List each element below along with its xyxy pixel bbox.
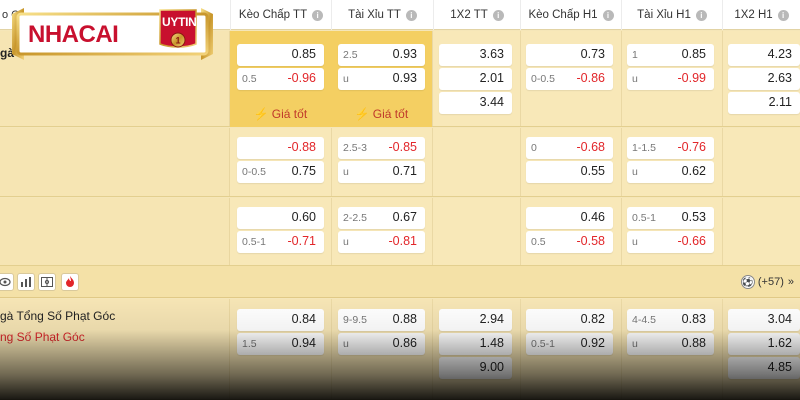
odd-button[interactable]: 3.63 <box>439 44 512 66</box>
col-header-1x2-h1[interactable]: 1X2 H1 i <box>722 0 800 30</box>
odd-button[interactable]: 0-0.5 0.75 <box>237 161 324 183</box>
odd-button[interactable]: u 0.86 <box>338 333 425 355</box>
odd-button[interactable]: 3.04 <box>728 309 800 331</box>
col-header-handicap-ft[interactable]: Kèo Chấp TT i <box>230 0 331 30</box>
info-icon[interactable]: i <box>695 9 707 21</box>
info-icon[interactable]: i <box>312 9 324 21</box>
odd-button[interactable]: u -0.99 <box>627 68 714 90</box>
lightning-icon: ⚡ <box>354 107 370 121</box>
odd-button[interactable]: 0-0.5 -0.86 <box>526 68 613 90</box>
col-header-1x2-ft[interactable]: 1X2 TT i <box>433 0 520 30</box>
odd-button[interactable]: 0 -0.68 <box>526 137 613 159</box>
market-name-alt: ng Số Phạt Góc <box>0 330 85 344</box>
odd-button[interactable]: 9.00 <box>439 357 512 379</box>
odd-button[interactable]: 1.48 <box>439 333 512 355</box>
double-chevron-icon: » <box>787 276 794 288</box>
odd-button[interactable]: u -0.66 <box>627 231 714 253</box>
info-icon[interactable]: i <box>405 9 417 21</box>
odd-button[interactable]: 4-4.5 0.83 <box>627 309 714 331</box>
col-header-over-under-h1[interactable]: Tài Xỉu H1 i <box>621 0 722 30</box>
col-header-label: Tài Xỉu TT <box>348 9 401 21</box>
odd-button[interactable]: 0.46 <box>526 207 613 229</box>
odd-button[interactable]: 3.44 <box>439 92 512 114</box>
col-header-label: Kèo Chấp H1 <box>528 9 598 21</box>
odd-button[interactable]: 0.60 <box>237 207 324 229</box>
odds-row-corners: gà Tổng Số Phạt Góc ng Số Phạt Góc 0.84 … <box>0 299 800 400</box>
match-cell <box>0 198 230 265</box>
odd-button[interactable]: 2.5-3 -0.85 <box>338 137 425 159</box>
logo-text: NHACAI <box>28 21 119 48</box>
pitch-icon[interactable] <box>38 273 56 291</box>
odd-button[interactable]: 2.63 <box>728 68 800 90</box>
site-logo: 1 NHACAI UYTIN <box>10 4 215 66</box>
eye-icon[interactable] <box>0 273 14 291</box>
col-header-label: Kèo Chấp TT <box>238 9 308 21</box>
info-icon[interactable]: i <box>602 9 614 21</box>
col-header-label: Tài Xỉu H1 <box>637 9 691 21</box>
odd-button[interactable]: 0.5-1 -0.71 <box>237 231 324 253</box>
odd-button[interactable]: 0.5 -0.96 <box>237 68 324 90</box>
stats-icon[interactable] <box>17 273 35 291</box>
odd-button[interactable]: 0.73 <box>526 44 613 66</box>
soccer-ball-icon: ⚽ <box>740 275 755 289</box>
match-cell <box>0 128 230 196</box>
match-toolbar: ⚽ (+57) » <box>0 266 800 298</box>
svg-text:1: 1 <box>175 36 180 46</box>
logo-accent-text: UYTIN <box>162 15 197 29</box>
col-header-label: 1X2 H1 <box>734 9 773 21</box>
odd-button[interactable]: 0.5-1 0.53 <box>627 207 714 229</box>
info-icon[interactable]: i <box>492 9 504 21</box>
odd-button[interactable]: 1 0.85 <box>627 44 714 66</box>
col-header-over-under-ft[interactable]: Tài Xỉu TT i <box>331 0 433 30</box>
odd-button[interactable]: 1.62 <box>728 333 800 355</box>
odd-button[interactable]: u -0.81 <box>338 231 425 253</box>
market-cell: gà Tổng Số Phạt Góc ng Số Phạt Góc <box>0 299 230 399</box>
odd-button[interactable]: 4.23 <box>728 44 800 66</box>
odd-button[interactable]: u 0.62 <box>627 161 714 183</box>
fire-icon[interactable] <box>61 273 79 291</box>
odd-button[interactable]: 0.5-1 0.92 <box>526 333 613 355</box>
odd-button[interactable]: 2.5 0.93 <box>338 44 425 66</box>
col-header-label: 1X2 TT <box>450 9 488 21</box>
odd-button[interactable]: 1-1.5 -0.76 <box>627 137 714 159</box>
odd-button[interactable]: 4.85 <box>728 357 800 379</box>
odd-button[interactable]: u 0.88 <box>627 333 714 355</box>
odd-button[interactable]: 9-9.5 0.88 <box>338 309 425 331</box>
odd-button[interactable]: 2.11 <box>728 92 800 114</box>
odd-button[interactable]: 2.01 <box>439 68 512 90</box>
best-price-label: ⚡ Giá tốt <box>354 107 409 121</box>
odd-button[interactable]: u 0.93 <box>338 68 425 90</box>
odd-button[interactable]: 0.82 <box>526 309 613 331</box>
lightning-icon: ⚡ <box>253 107 269 121</box>
more-markets-button[interactable]: ⚽ (+57) » <box>740 273 794 291</box>
odd-button[interactable]: 2.94 <box>439 309 512 331</box>
odd-button[interactable]: 0.5 -0.58 <box>526 231 613 253</box>
odd-button[interactable]: 0.84 <box>237 309 324 331</box>
odd-button[interactable]: u 0.71 <box>338 161 425 183</box>
odd-button[interactable]: 1.5 0.94 <box>237 333 324 355</box>
market-name: gà Tổng Số Phạt Góc <box>0 309 116 323</box>
best-price-label: ⚡ Giá tốt <box>253 107 308 121</box>
odds-row-alt-2: 0.60 0.5-1 -0.71 2-2.5 0.67 u -0.81 0.46 0.… <box>0 198 800 266</box>
odds-row-alt-1: -0.88 0-0.5 0.75 2.5-3 -0.85 u 0.71 0 -0.68 … <box>0 128 800 197</box>
col-header-handicap-h1[interactable]: Kèo Chấp H1 i <box>520 0 621 30</box>
info-icon[interactable]: i <box>777 9 789 21</box>
odd-button[interactable]: -0.88 <box>237 137 324 159</box>
odd-button[interactable]: 0.85 <box>237 44 324 66</box>
odd-button[interactable]: 0.55 <box>526 161 613 183</box>
odd-button[interactable]: 2-2.5 0.67 <box>338 207 425 229</box>
